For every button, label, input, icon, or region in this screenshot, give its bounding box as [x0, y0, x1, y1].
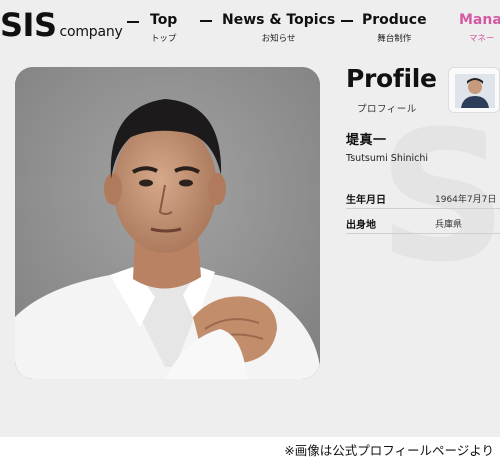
nav-item-news[interactable]: News & Topics お知らせ — [222, 10, 335, 46]
image-caption: ※画像は公式プロフィールページより — [284, 443, 494, 458]
profile-thumbnail[interactable] — [448, 67, 500, 113]
nav-item-top[interactable]: Top トップ — [150, 10, 177, 46]
top-nav: SIS company Top トップ News & Topics お知らせ P… — [0, 0, 500, 58]
info-row-birthplace: 出身地 兵庫県 — [346, 212, 500, 234]
person-portrait-icon — [15, 67, 320, 379]
logo-company: company — [59, 24, 123, 40]
nav-item-produce[interactable]: Produce 舞台制作 — [362, 10, 427, 46]
profile-subtitle: プロフィール — [357, 104, 417, 115]
site-logo[interactable]: SIS company — [0, 5, 123, 45]
row-divider — [346, 208, 500, 209]
info-row-birthdate: 生年月日 1964年7月7日 — [346, 187, 500, 209]
nav-divider — [200, 20, 212, 22]
nav-divider — [341, 20, 353, 22]
nav-item-label: Produce — [362, 12, 427, 28]
person-name-en: Tsutsumi Shinichi — [346, 153, 429, 164]
nav-item-label: Top — [150, 12, 178, 28]
nav-item-sublabel: 舞台制作 — [377, 34, 412, 44]
info-value: 兵庫県 — [435, 220, 463, 230]
nav-item-management[interactable]: Mana マネー — [459, 10, 500, 46]
nav-item-sublabel: トップ — [150, 34, 177, 44]
info-label: 出身地 — [346, 220, 376, 231]
logo-sis: SIS — [0, 6, 57, 44]
nav-item-sublabel: マネー — [469, 34, 495, 44]
page-screenshot: SIS company Top トップ News & Topics お知らせ P… — [0, 0, 500, 437]
nav-divider — [127, 21, 139, 23]
portrait-photo — [15, 67, 320, 379]
nav-item-sublabel: お知らせ — [261, 34, 296, 44]
person-name-ja: 堤真一 — [346, 133, 387, 148]
info-value: 1964年7月7日 — [435, 195, 497, 205]
info-label: 生年月日 — [346, 195, 386, 206]
nav-item-label: Mana — [459, 12, 500, 28]
row-divider — [346, 233, 500, 234]
profile-title: Profile — [346, 64, 437, 93]
person-avatar-icon — [455, 74, 495, 108]
nav-item-label: News & Topics — [222, 12, 336, 28]
